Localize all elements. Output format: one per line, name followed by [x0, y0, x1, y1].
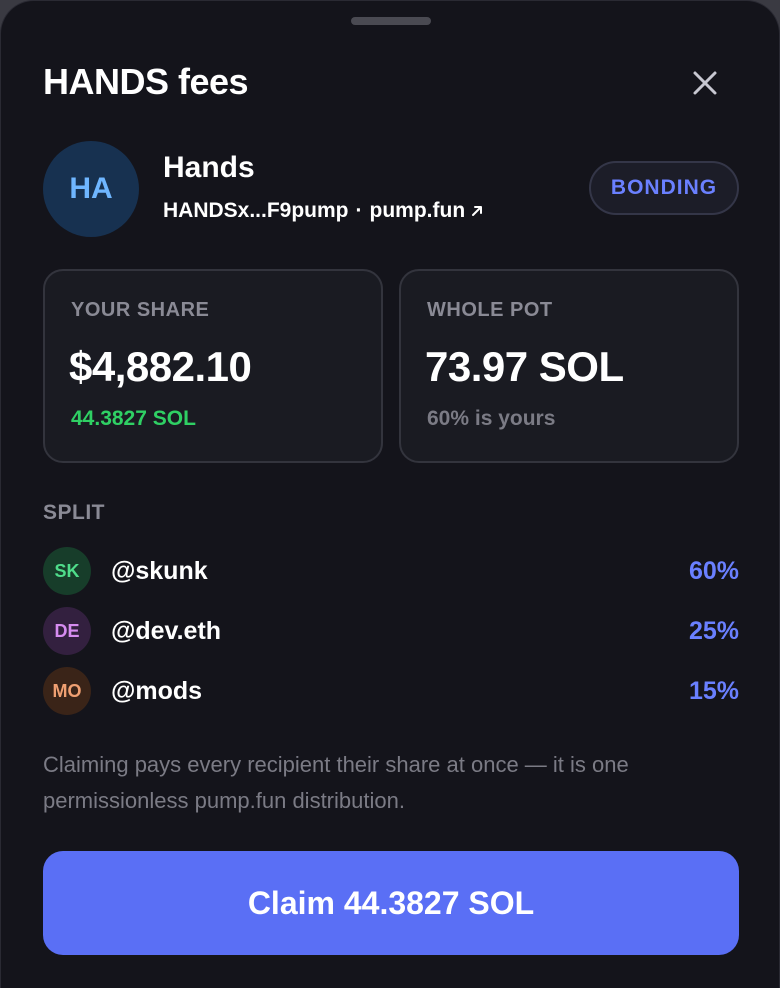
close-icon: [693, 71, 717, 95]
recipient-handle: @skunk: [111, 556, 208, 585]
whole-pot-value: 73.97 SOL: [425, 343, 624, 390]
token-address: HANDSx...F9pump: [163, 199, 349, 222]
token-avatar: HA: [43, 141, 139, 237]
platform-link-label: pump.fun: [369, 199, 466, 222]
split-row: DE @dev.eth 25%: [43, 607, 739, 655]
whole-pot-label: WHOLE POT: [427, 299, 553, 321]
claim-note: Claiming pays every recipient their shar…: [43, 752, 629, 813]
status-badge: BONDING: [589, 161, 739, 215]
split-label: SPLIT: [43, 501, 106, 524]
recipient-avatar: MO: [43, 667, 91, 715]
your-share-card: YOUR SHARE $4,882.10 44.3827 SOL: [43, 269, 383, 463]
whole-pot-note: 60% is yours: [427, 407, 556, 430]
your-share-sol: 44.3827 SOL: [71, 407, 196, 430]
recipient-percent: 15%: [688, 676, 739, 705]
token-name: Hands: [163, 151, 255, 184]
sheet-title: HANDS fees: [43, 61, 249, 102]
fees-sheet: HANDS fees HA Hands HANDSx...F9pump · pu…: [0, 0, 780, 988]
recipient-percent: 25%: [688, 616, 739, 645]
your-share-value: $4,882.10: [69, 343, 252, 390]
drag-handle[interactable]: [351, 17, 431, 25]
your-share-label: YOUR SHARE: [71, 299, 210, 321]
external-link-icon: [472, 206, 483, 216]
close-button[interactable]: [687, 65, 723, 101]
split-row: SK @skunk 60%: [43, 547, 739, 595]
platform-link[interactable]: pump.fun: [370, 199, 484, 223]
whole-pot-card: WHOLE POT 73.97 SOL 60% is yours: [399, 269, 739, 463]
recipient-avatar: SK: [43, 547, 91, 595]
recipient-handle: @mods: [111, 676, 203, 705]
split-row: MO @mods 15%: [43, 667, 739, 715]
recipient-handle: @dev.eth: [111, 616, 222, 645]
separator: ·: [355, 199, 363, 222]
recipient-percent: 60%: [688, 556, 739, 585]
recipient-avatar: DE: [43, 607, 91, 655]
claim-button[interactable]: Claim 44.3827 SOL: [43, 851, 739, 955]
token-address-row: HANDSx...F9pump · pump.fun: [163, 199, 483, 223]
